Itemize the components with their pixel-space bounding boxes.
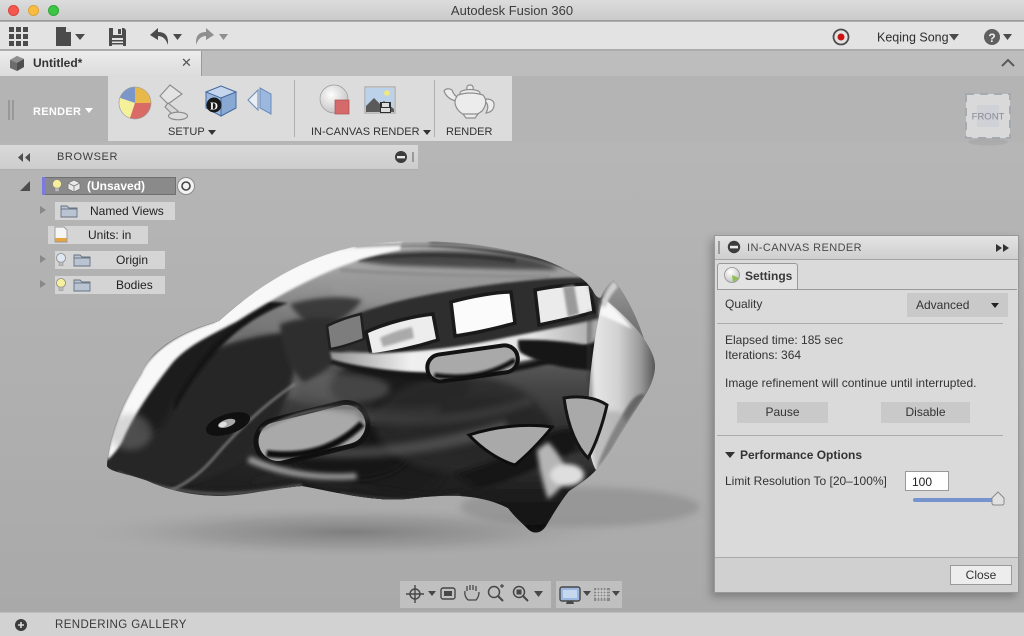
svg-text:?: ? bbox=[988, 31, 995, 45]
svg-text:FRONT: FRONT bbox=[972, 112, 1005, 123]
svg-text:D: D bbox=[210, 101, 218, 113]
svg-text:Keqing Song: Keqing Song bbox=[877, 31, 949, 45]
